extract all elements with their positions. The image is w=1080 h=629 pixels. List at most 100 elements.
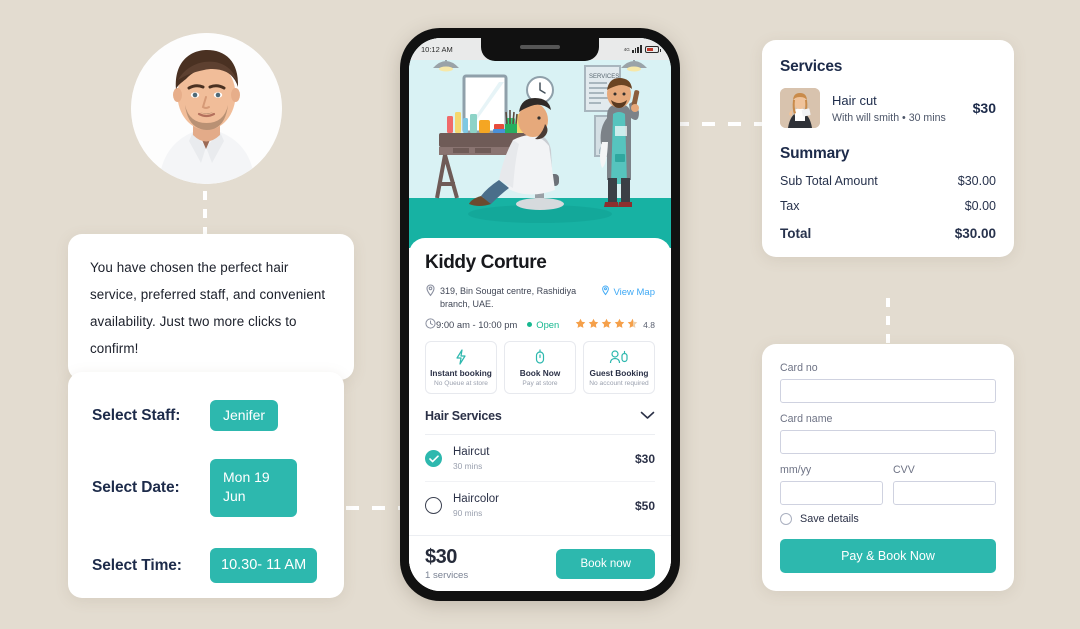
signal-icon: [631, 45, 642, 53]
map-pin-icon: [601, 285, 610, 299]
guest-user-icon: [586, 348, 652, 365]
radio-unchecked-icon[interactable]: [780, 513, 792, 525]
stylist-thumbnail: [780, 88, 820, 128]
barbershop-illustration: SERVICES: [409, 38, 671, 248]
card-name-label: Card name: [780, 413, 833, 425]
location-pin-icon: [425, 284, 440, 299]
card-no-input[interactable]: [780, 379, 996, 403]
chevron-down-icon[interactable]: [640, 407, 655, 425]
service-info: Haircut 30 mins: [453, 446, 489, 471]
checkbox-checked-icon[interactable]: [425, 450, 442, 467]
star-icon: [588, 318, 599, 331]
services-summary-card: Services Hair cut With will smith • 30 m…: [762, 40, 1014, 257]
book-now-button[interactable]: Book now: [556, 548, 655, 579]
shop-rating: 4.8: [575, 318, 655, 331]
option-guest-booking[interactable]: Guest Booking No account required: [583, 341, 655, 394]
expiry-group: mm/yy: [780, 464, 883, 505]
payment-card: Card no Card name mm/yy CVV Save details…: [762, 344, 1014, 591]
service-row-haircolor[interactable]: Haircolor 90 mins $50: [425, 482, 655, 528]
phone-screen: 10:12 AM 4G SERVICES Kiddy Corture 319, …: [409, 38, 671, 591]
card-name-group: Card name: [780, 413, 996, 454]
view-map-link[interactable]: View Map: [601, 285, 655, 299]
service-row-haircut[interactable]: Haircut 30 mins $30: [425, 435, 655, 482]
option-title: Book Now: [519, 368, 561, 378]
summary-row-value: $30.00: [957, 174, 996, 188]
select-staff-label: Select Staff:: [92, 406, 181, 424]
status-time: 10:12 AM: [421, 44, 453, 54]
card-no-label: Card no: [780, 362, 818, 374]
option-subtitle: No Queue at store: [434, 380, 488, 387]
select-time-label: Select Time:: [92, 556, 182, 574]
save-details-row[interactable]: Save details: [780, 513, 996, 525]
option-book-now[interactable]: Book Now Pay at store: [504, 341, 576, 394]
speaker-icon: [520, 45, 560, 49]
expiry-label: mm/yy: [780, 464, 812, 476]
card-no-group: Card no: [780, 362, 996, 403]
summary-service-info: Hair cut With will smith • 30 mins: [832, 93, 946, 124]
expiry-input[interactable]: [780, 481, 883, 505]
shop-address: 319, Bin Sougat centre, Rashidiya branch…: [440, 286, 577, 309]
shop-hours: 9:00 am - 10:00 pm: [436, 319, 518, 330]
battery-icon: [645, 45, 661, 53]
card-name-input[interactable]: [780, 430, 996, 454]
service-price: $30: [634, 451, 655, 466]
services-title: Services: [780, 58, 843, 75]
option-instant-booking[interactable]: Instant booking No Queue at store: [425, 341, 497, 394]
footer-total-amount: $30: [425, 546, 457, 568]
option-title: Instant booking: [430, 368, 492, 378]
shop-hours-row: 9:00 am - 10:00 pm Open 4.8: [425, 318, 655, 331]
summary-service-name: Hair cut: [832, 92, 877, 108]
checkbox-unchecked-icon[interactable]: [425, 497, 442, 514]
summary-service-price: $30: [972, 100, 996, 116]
service-info: Haircolor 90 mins: [453, 493, 499, 518]
selected-staff-value[interactable]: Jenifer: [210, 400, 279, 431]
select-time-row: Select Time: 10.30- 11 AM: [92, 548, 320, 583]
selected-date-value[interactable]: Mon 19 Jun: [210, 459, 297, 517]
rating-value: 4.8: [643, 319, 655, 330]
services-section-header[interactable]: Hair Services: [425, 407, 655, 435]
option-title: Guest Booking: [589, 368, 649, 378]
footer-service-count: 1 services: [425, 570, 469, 581]
status-indicators: 4G: [623, 45, 661, 53]
service-name: Haircut: [453, 446, 490, 458]
save-details-label: Save details: [800, 513, 859, 525]
connector-summary-to-payment: [886, 298, 890, 346]
cvv-input[interactable]: [893, 481, 996, 505]
open-label: Open: [536, 319, 560, 330]
phone-booking-footer: $30 1 services Book now: [409, 535, 671, 591]
view-map-label: View Map: [613, 286, 655, 298]
service-duration: 90 mins: [453, 508, 483, 518]
status-dot-icon: [527, 322, 533, 327]
summary-row-tax: Tax $0.00: [780, 199, 996, 213]
star-icon: [601, 318, 612, 331]
shop-address-row: 319, Bin Sougat centre, Rashidiya branch…: [425, 284, 655, 311]
mouse-icon: [507, 348, 573, 365]
service-duration: 30 mins: [453, 461, 483, 471]
summary-row-total: Total $30.00: [780, 226, 996, 241]
guidance-message-text: You have chosen the perfect hair service…: [90, 260, 326, 356]
summary-service-meta: With will smith • 30 mins: [832, 111, 946, 124]
total-value: $30.00: [954, 226, 996, 241]
open-status-badge: Open: [527, 319, 559, 330]
lightning-icon: [428, 348, 494, 365]
summary-row-value: $0.00: [964, 199, 996, 213]
network-label: 4G: [623, 46, 630, 52]
summary-service-row: Hair cut With will smith • 30 mins $30: [780, 88, 996, 128]
connector-phone-to-summary: [676, 122, 766, 126]
phone-notch: [481, 38, 599, 61]
star-icon: [575, 318, 586, 331]
footer-total-block: $30 1 services: [425, 546, 468, 581]
select-date-label: Select Date:: [92, 479, 180, 496]
expiry-cvv-row: mm/yy CVV: [780, 464, 996, 505]
summary-row-label: Sub Total Amount: [780, 174, 878, 188]
half-star-icon: [627, 318, 638, 331]
pay-and-book-now-button[interactable]: Pay & Book Now: [780, 539, 996, 573]
cvv-label: CVV: [893, 464, 915, 476]
option-subtitle: Pay at store: [522, 380, 558, 387]
service-name: Haircolor: [453, 493, 500, 505]
select-staff-row: Select Staff: Jenifer: [92, 400, 320, 431]
summary-title: Summary: [780, 145, 850, 162]
avatar: [131, 33, 282, 184]
selected-time-value[interactable]: 10.30- 11 AM: [210, 548, 318, 583]
star-icon: [614, 318, 625, 331]
